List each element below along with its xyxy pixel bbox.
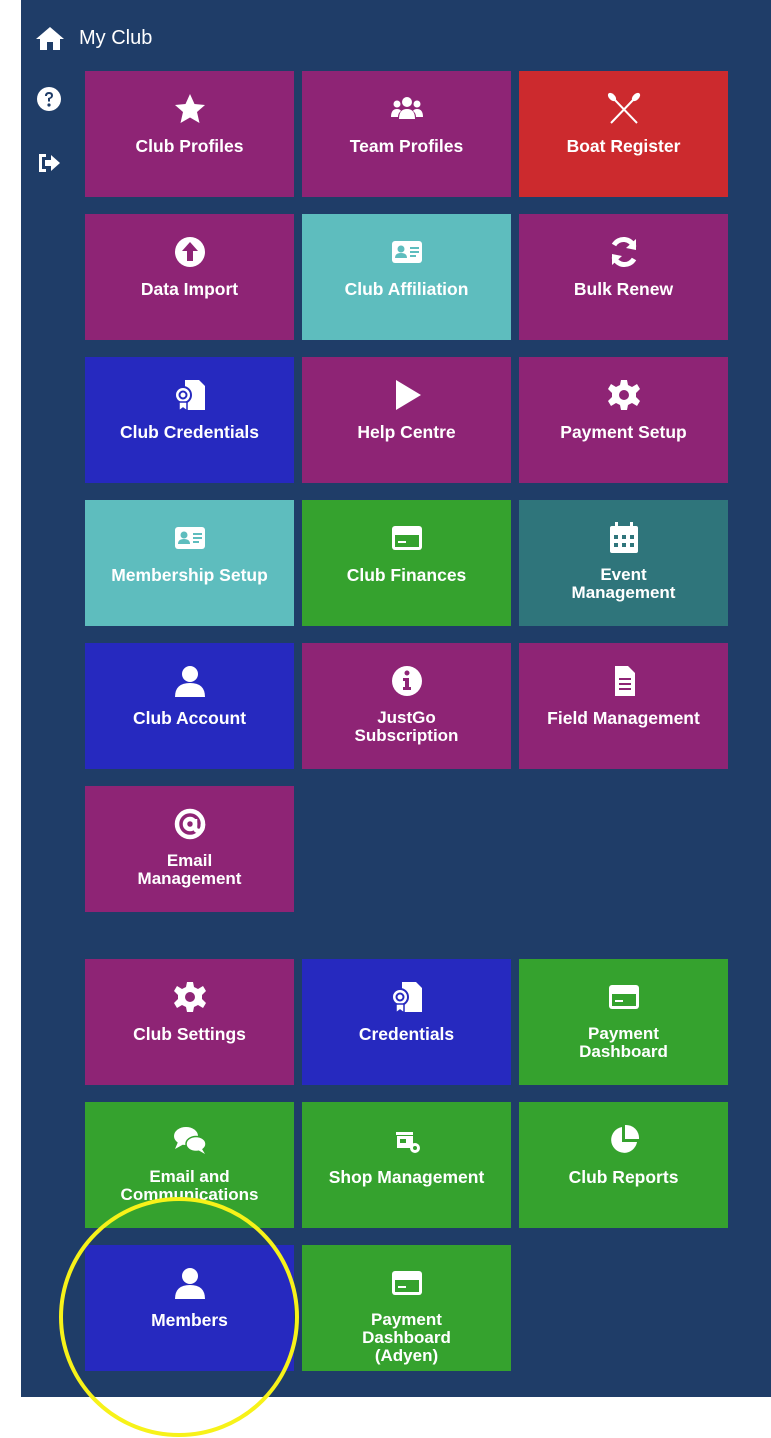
tile-label: Data Import (140, 279, 239, 299)
tile-label: Membership Setup (111, 565, 268, 585)
credit-card-icon (608, 985, 639, 1009)
id-card-icon (391, 241, 422, 263)
tile-help-centre[interactable]: Help Centre (302, 357, 511, 483)
id-card-icon (174, 527, 205, 549)
home-icon[interactable] (35, 25, 65, 51)
star-icon (174, 94, 205, 123)
tile-members[interactable]: Members (85, 1245, 294, 1371)
tile-label: Club Profiles (135, 136, 244, 156)
tile-email-and-communications[interactable]: Email and Communications (85, 1102, 294, 1228)
tile-label: Club Finances (346, 565, 467, 585)
tile-bulk-renew[interactable]: Bulk Renew (519, 214, 728, 340)
tile-club-affiliation[interactable]: Club Affiliation (302, 214, 511, 340)
tile-payment-dashboard[interactable]: Payment Dashboard (519, 959, 728, 1085)
tile-label: Shop Management (328, 1167, 485, 1187)
tile-credentials[interactable]: Credentials (302, 959, 511, 1085)
my-club-panel: Club Profiles Team Profiles Boat Register D… (21, 0, 771, 1397)
tile-label: Field Management (547, 708, 700, 728)
tile-payment-dashboard-adyen[interactable]: Payment Dashboard (Adyen) (302, 1245, 511, 1371)
tile-label: Bulk Renew (573, 279, 674, 299)
certificate-file-icon (173, 380, 205, 413)
pie-chart-icon (610, 1124, 639, 1153)
tile-boat-register[interactable]: Boat Register (519, 71, 728, 197)
tile-club-settings[interactable]: Club Settings (85, 959, 294, 1085)
tile-payment-setup[interactable]: Payment Setup (519, 357, 728, 483)
tile-data-import[interactable]: Data Import (85, 214, 294, 340)
tile-label: Payment Dashboard (Adyen) (362, 1310, 451, 1365)
tile-label: Club Reports (568, 1167, 679, 1187)
crossed-oars-icon (607, 92, 640, 124)
credit-card-icon (391, 1271, 422, 1295)
tile-label: Club Settings (133, 1024, 246, 1044)
tile-label: Help Centre (357, 422, 456, 442)
tile-club-credentials[interactable]: Club Credentials (85, 357, 294, 483)
tile-email-management[interactable]: Email Management (85, 786, 294, 912)
tile-label: Email and Communications (120, 1167, 259, 1204)
at-sign-icon (174, 808, 205, 840)
calendar-icon (609, 522, 638, 553)
tile-label: Club Credentials (119, 422, 260, 442)
tile-label: Club Affiliation (344, 279, 469, 299)
gear-icon (173, 982, 206, 1012)
panel-header: My Club (35, 22, 152, 54)
tile-label: Boat Register (566, 136, 681, 156)
tile-label: Credentials (358, 1024, 455, 1044)
tile-club-account[interactable]: Club Account (85, 643, 294, 769)
tile-club-reports[interactable]: Club Reports (519, 1102, 728, 1228)
info-circle-icon (391, 666, 422, 696)
tile-label: Team Profiles (349, 136, 464, 156)
tile-label: Payment Dashboard (579, 1024, 668, 1061)
tile-label: Event Management (571, 565, 676, 602)
document-icon (614, 666, 635, 696)
comments-icon (173, 1127, 207, 1154)
users-icon (390, 97, 423, 119)
page-title: My Club (79, 26, 153, 49)
tile-label: Payment Setup (560, 422, 687, 442)
upload-circle-icon (174, 237, 205, 267)
tile-label: JustGo Subscription (354, 708, 459, 745)
tile-label: Members (151, 1310, 228, 1330)
play-icon (395, 380, 421, 410)
store-settings-icon (395, 1132, 420, 1153)
user-icon (174, 666, 205, 697)
logout-icon[interactable] (36, 150, 62, 176)
credit-card-icon (391, 526, 422, 550)
tile-justgo-subscription[interactable]: JustGo Subscription (302, 643, 511, 769)
tile-club-finances[interactable]: Club Finances (302, 500, 511, 626)
tile-field-management[interactable]: Field Management (519, 643, 728, 769)
tile-event-management[interactable]: Event Management (519, 500, 728, 626)
tile-label: Club Account (132, 708, 247, 728)
gear-icon (607, 380, 640, 410)
tile-club-profiles[interactable]: Club Profiles (85, 71, 294, 197)
tile-shop-management[interactable]: Shop Management (302, 1102, 511, 1228)
help-icon[interactable] (36, 86, 62, 112)
user-icon (174, 1268, 205, 1299)
tile-label: Email Management (137, 851, 242, 888)
tile-team-profiles[interactable]: Team Profiles (302, 71, 511, 197)
tile-membership-setup[interactable]: Membership Setup (85, 500, 294, 626)
certificate-file-icon (390, 982, 422, 1015)
sync-icon (611, 237, 636, 267)
